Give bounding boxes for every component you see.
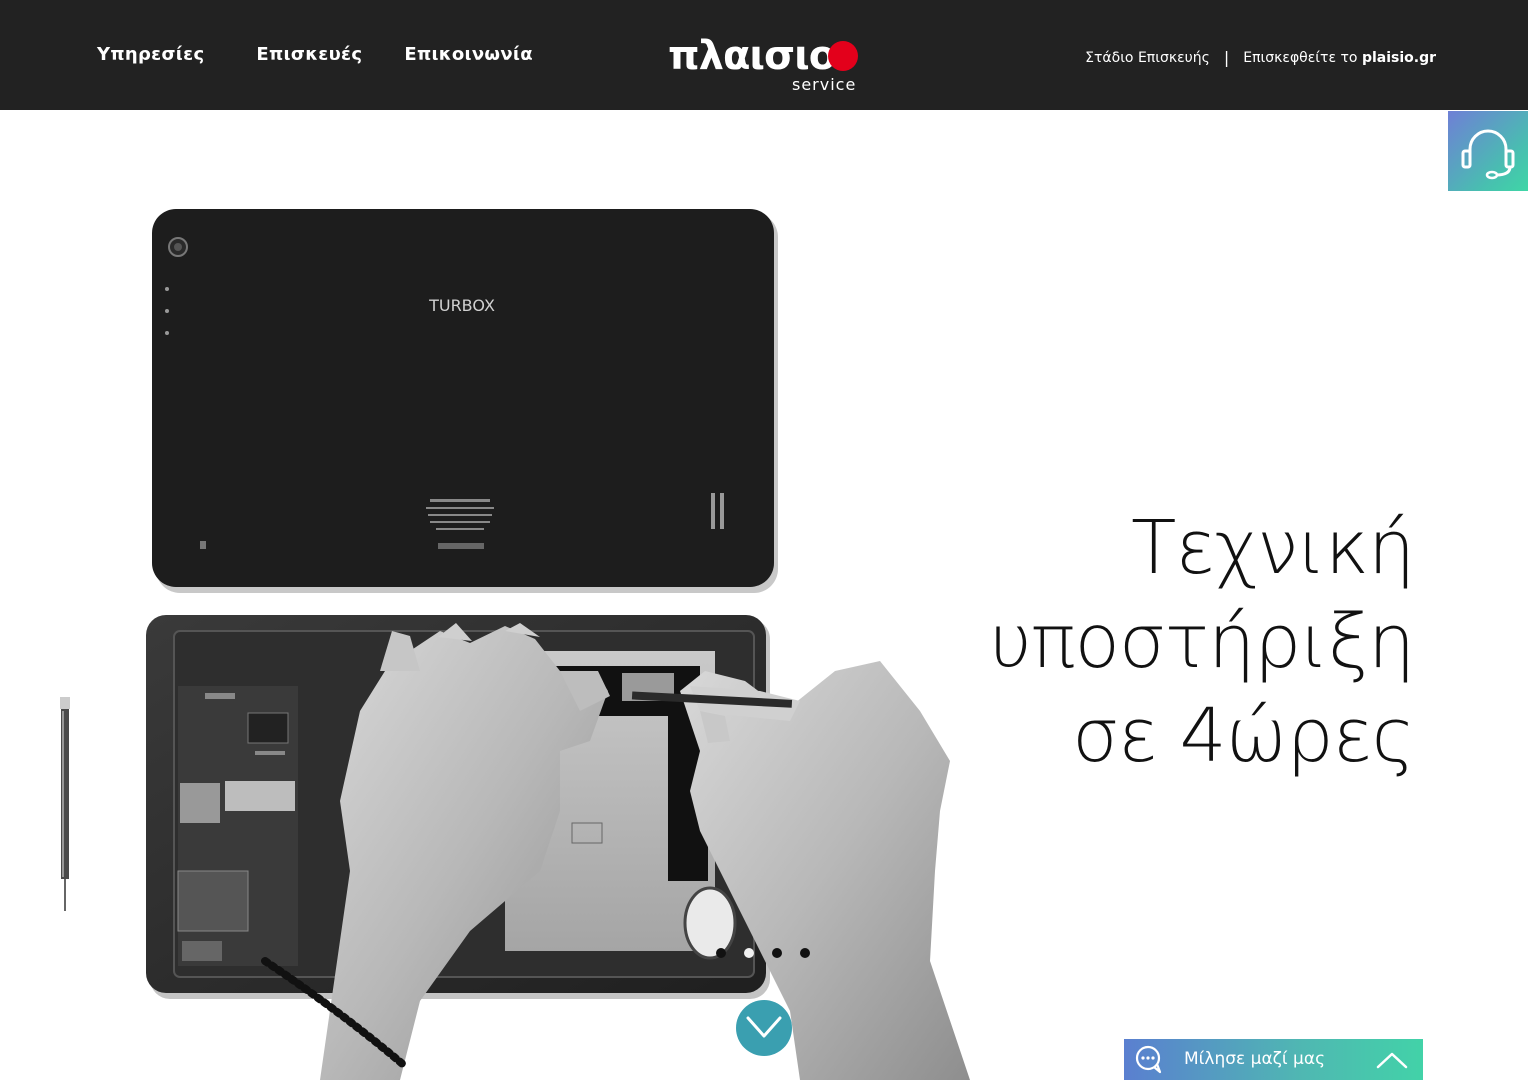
plaisio-service-logo[interactable]: πλαισιο service xyxy=(668,30,868,100)
logo-subtitle: service xyxy=(792,75,857,94)
screwdriver xyxy=(60,697,70,911)
hero-title-line2: σε 4ώρες xyxy=(1072,693,1415,779)
hero-title: Τεχνική υποστήριξη σε 4ώρες xyxy=(714,501,1415,783)
chat-widget-bar[interactable]: Μίλησε μαζί μας xyxy=(1124,1039,1423,1080)
main-nav: Υπηρεσίες Επισκευές Επικοινωνία xyxy=(97,44,533,65)
slider-dot[interactable] xyxy=(772,948,782,958)
slider-dot-active[interactable] xyxy=(744,948,754,958)
chat-bubble-icon xyxy=(1135,1045,1162,1074)
slider-dot[interactable] xyxy=(716,948,726,958)
header-links: Στάδιο Επισκευής | Επισκεφθείτε το plais… xyxy=(1085,48,1436,67)
link-separator: | xyxy=(1223,48,1230,67)
slider-dot[interactable] xyxy=(800,948,810,958)
chevron-up-icon[interactable] xyxy=(1375,1049,1409,1071)
chevron-down-icon xyxy=(746,1016,782,1038)
nav-contact[interactable]: Επικοινωνία xyxy=(404,44,533,65)
visit-plaisio-link[interactable]: Επισκεφθείτε το plaisio.gr xyxy=(1243,50,1436,66)
scroll-down-button[interactable] xyxy=(736,1000,792,1056)
tablet-brand: TURBOX xyxy=(428,296,495,315)
visit-site: plaisio.gr xyxy=(1361,49,1436,66)
repair-status-link[interactable]: Στάδιο Επισκευής xyxy=(1085,50,1210,66)
chat-label: Μίλησε μαζί μας xyxy=(1184,1049,1326,1069)
hero-title-line1: Τεχνική υποστήριξη xyxy=(989,505,1415,685)
logo-dot xyxy=(828,41,858,71)
slider-dots xyxy=(716,948,816,960)
hero-slide: TURBOX Τεχνική υποστήριξη σε 4ώρες xyxy=(0,111,1528,1080)
tablet-back-cover: TURBOX xyxy=(152,209,778,593)
nav-services[interactable]: Υπηρεσίες xyxy=(97,44,204,65)
nav-repairs[interactable]: Επισκευές xyxy=(256,44,362,65)
site-header: Υπηρεσίες Επισκευές Επικοινωνία πλαισιο … xyxy=(0,0,1528,110)
visit-prefix: Επισκεφθείτε το xyxy=(1243,49,1358,66)
